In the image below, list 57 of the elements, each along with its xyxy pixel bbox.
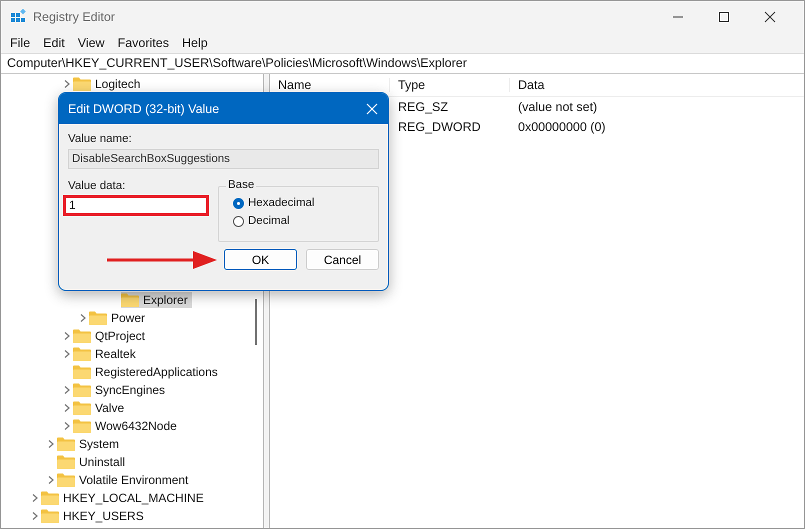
tree-item[interactable]: SyncEngines <box>73 382 170 398</box>
folder-icon <box>73 77 91 91</box>
chevron-icon[interactable] <box>63 79 71 89</box>
folder-icon <box>73 401 91 415</box>
tree-item[interactable]: HKEY_USERS <box>41 508 148 524</box>
menu-item[interactable]: View <box>78 36 105 50</box>
address-bar[interactable]: Computer\HKEY_CURRENT_USER\Software\Policies\Microsoft\Windows\Explorer <box>1 53 804 74</box>
tree-item[interactable]: System <box>57 436 124 452</box>
field-label: Value data: <box>68 180 126 192</box>
dialog-button[interactable]: Cancel <box>306 249 379 270</box>
radio-button[interactable] <box>233 216 244 226</box>
dialog-button[interactable]: OK <box>224 249 297 270</box>
radio-button[interactable] <box>233 198 244 208</box>
tree-item[interactable]: Realtek <box>73 346 140 362</box>
folder-icon <box>73 419 91 433</box>
column-header[interactable]: Type <box>390 78 510 92</box>
table-cell-text: REG_SZ <box>397 100 450 114</box>
table-cell-text: REG_DWORD <box>397 120 482 134</box>
tree-item[interactable]: RegisteredApplications <box>73 364 222 380</box>
tree-item[interactable]: Uninstall <box>57 454 130 470</box>
folder-icon <box>73 383 91 397</box>
tree-item[interactable]: QtProject <box>73 328 150 344</box>
table-cell-text: (value not set) <box>517 100 598 114</box>
tree-item[interactable]: Explorer <box>121 292 192 308</box>
folder-icon <box>73 347 91 361</box>
value-name-field[interactable]: DisableSearchBoxSuggestions <box>68 149 379 169</box>
folder-icon <box>89 311 107 325</box>
menu-item[interactable]: File <box>10 36 30 50</box>
folder-icon <box>57 473 75 487</box>
folder-icon <box>73 365 91 379</box>
folder-icon <box>57 455 75 469</box>
value-data-field[interactable]: 1 <box>66 198 206 213</box>
close-icon[interactable] <box>764 11 776 23</box>
tree-item[interactable]: Power <box>89 310 150 326</box>
menu-item[interactable]: Edit <box>43 36 65 50</box>
tree-item[interactable]: Logitech <box>73 76 144 92</box>
tree-item[interactable]: Valve <box>73 400 128 416</box>
window-title: Registry Editor <box>33 10 115 24</box>
folder-icon <box>73 329 91 343</box>
registry-icon <box>10 9 26 25</box>
radio-label[interactable]: Hexadecimal <box>248 197 314 209</box>
folder-icon <box>41 509 59 523</box>
tree-item[interactable]: HKEY_LOCAL_MACHINE <box>41 490 208 506</box>
column-header[interactable]: Data <box>510 78 630 92</box>
menu-item[interactable]: Help <box>182 36 208 50</box>
folder-icon <box>41 491 59 505</box>
tree-item[interactable]: Volatile Environment <box>57 472 192 488</box>
radio-label[interactable]: Decimal <box>248 215 290 227</box>
dialog-title: Edit DWORD (32-bit) Value <box>68 102 220 116</box>
menu-item[interactable]: Favorites <box>118 36 169 50</box>
folder-icon <box>57 437 75 451</box>
maximize-icon[interactable] <box>718 11 730 23</box>
table-cell-text: 0x00000000 (0) <box>517 120 607 134</box>
tree-item[interactable]: Wow6432Node <box>73 418 181 434</box>
group-label: Base <box>226 179 256 191</box>
folder-icon <box>121 293 139 307</box>
field-label: Value name: <box>68 133 133 145</box>
